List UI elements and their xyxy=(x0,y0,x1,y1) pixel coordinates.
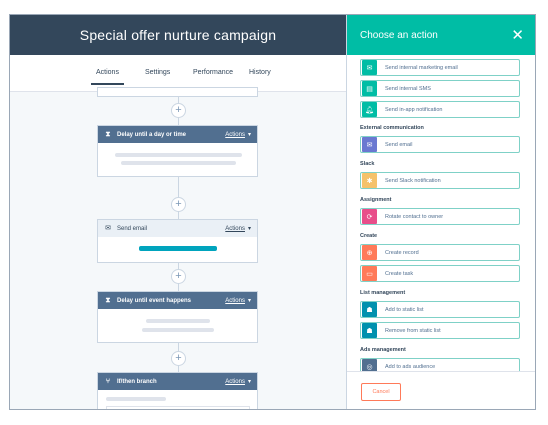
option-send-slack-notification[interactable]: ✱ Send Slack notification xyxy=(360,172,520,189)
hourglass-icon: ⧗ xyxy=(105,296,111,304)
option-send-in-app-notification[interactable]: 🔔︎ Send in-app notification xyxy=(360,101,520,118)
option-label: Send internal SMS xyxy=(385,85,431,92)
tab-actions[interactable]: Actions xyxy=(91,69,124,85)
workflow-card-delay-event[interactable]: ⧗ Delay until event happens Actions xyxy=(97,291,258,343)
slack-icon: ✱ xyxy=(362,173,377,188)
hourglass-icon: ⧗ xyxy=(105,130,111,138)
branch-icon: ⑂ xyxy=(105,377,111,385)
workflow-card-partial[interactable] xyxy=(97,87,258,97)
option-send-internal-marketing-email[interactable]: ✉ Send internal marketing email xyxy=(360,59,520,76)
workflow-editor: Special offer nurture campaign Actions S… xyxy=(10,15,346,409)
section-heading: Assignment xyxy=(360,197,392,203)
option-label: Send Slack notification xyxy=(385,177,441,184)
placeholder-line xyxy=(115,153,242,157)
email-icon: ✉ xyxy=(105,224,111,232)
email-icon: ✉ xyxy=(362,60,377,75)
option-label: Create task xyxy=(385,270,414,277)
card-actions-menu[interactable]: Actions xyxy=(225,297,251,304)
card-header: ⑂ If/then branch Actions xyxy=(98,373,257,390)
card-actions-menu[interactable]: Actions xyxy=(225,378,251,385)
card-header: ✉ Send email Actions xyxy=(98,220,257,237)
option-label: Remove from static list xyxy=(385,327,441,334)
add-step-button[interactable]: + xyxy=(171,351,186,366)
placeholder-line xyxy=(121,161,236,165)
section-heading: Ads management xyxy=(360,347,406,353)
option-add-to-static-list[interactable]: ☗ Add to static list xyxy=(360,301,520,318)
placeholder-line xyxy=(106,397,166,401)
workflow-card-delay-day[interactable]: ⧗ Delay until a day or time Actions xyxy=(97,125,258,177)
card-actions-menu[interactable]: Actions xyxy=(225,225,251,232)
list-icon: ☗ xyxy=(362,302,377,317)
choose-action-panel: Choose an action ✕ ✉ Send internal marke… xyxy=(346,15,535,409)
option-label: Add to static list xyxy=(385,306,424,313)
option-create-record[interactable]: ⊕ Create record xyxy=(360,244,520,261)
option-add-to-ads-audience[interactable]: ◎ Add to ads audience xyxy=(360,358,520,371)
plus-circle-icon: ⊕ xyxy=(362,245,377,260)
task-icon: ▭ xyxy=(362,266,377,281)
section-heading: List management xyxy=(360,290,406,296)
placeholder-line xyxy=(142,328,214,332)
option-rotate-contact-to-owner[interactable]: ⟳ Rotate contact to owner xyxy=(360,208,520,225)
branch-placeholder xyxy=(106,406,250,409)
option-label: Create record xyxy=(385,249,419,256)
rotate-icon: ⟳ xyxy=(362,209,377,224)
option-label: Add to ads audience xyxy=(385,363,436,370)
option-create-task[interactable]: ▭ Create task xyxy=(360,265,520,282)
tab-history[interactable]: History xyxy=(249,69,271,76)
option-send-email[interactable]: ✉ Send email xyxy=(360,136,520,153)
list-icon: ☗ xyxy=(362,323,377,338)
bell-icon: 🔔︎ xyxy=(362,102,377,117)
email-preview-bar xyxy=(139,246,217,251)
card-actions-menu[interactable]: Actions xyxy=(225,131,251,138)
sms-icon: ▤ xyxy=(362,81,377,96)
card-header: ⧗ Delay until a day or time Actions xyxy=(98,126,257,143)
action-list: ✉ Send internal marketing email ▤ Send i… xyxy=(347,55,535,371)
card-header: ⧗ Delay until event happens Actions xyxy=(98,292,257,309)
close-icon[interactable]: ✕ xyxy=(511,28,524,43)
option-remove-from-static-list[interactable]: ☗ Remove from static list xyxy=(360,322,520,339)
card-title: Delay until event happens xyxy=(117,297,192,304)
card-title: Delay until a day or time xyxy=(117,131,187,138)
workflow-card-branch[interactable]: ⑂ If/then branch Actions xyxy=(97,372,258,409)
app-frame: Special offer nurture campaign Actions S… xyxy=(9,14,536,410)
add-step-button[interactable]: + xyxy=(171,269,186,284)
placeholder-line xyxy=(146,319,210,323)
option-label: Send email xyxy=(385,141,413,148)
workflow-card-send-email[interactable]: ✉ Send email Actions xyxy=(97,219,258,263)
section-heading: Create xyxy=(360,233,378,239)
panel-title: Choose an action xyxy=(360,29,438,41)
target-icon: ◎ xyxy=(362,359,377,371)
option-label: Rotate contact to owner xyxy=(385,213,444,220)
option-send-internal-sms[interactable]: ▤ Send internal SMS xyxy=(360,80,520,97)
section-heading: Slack xyxy=(360,161,375,167)
workflow-title: Special offer nurture campaign xyxy=(10,15,346,55)
email-icon: ✉ xyxy=(362,137,377,152)
panel-footer: Cancel xyxy=(347,371,535,409)
panel-header: Choose an action ✕ xyxy=(347,15,535,55)
workflow-canvas: + ⧗ Delay until a day or time Actions + … xyxy=(10,87,346,409)
tab-settings[interactable]: Settings xyxy=(145,69,170,76)
tab-performance[interactable]: Performance xyxy=(193,69,233,76)
option-label: Send in-app notification xyxy=(385,106,443,113)
add-step-button[interactable]: + xyxy=(171,197,186,212)
section-heading: External communication xyxy=(360,125,424,131)
card-title: If/then branch xyxy=(117,378,157,385)
cancel-button[interactable]: Cancel xyxy=(361,383,401,401)
option-label: Send internal marketing email xyxy=(385,64,458,71)
card-title: Send email xyxy=(117,225,148,232)
add-step-button[interactable]: + xyxy=(171,103,186,118)
